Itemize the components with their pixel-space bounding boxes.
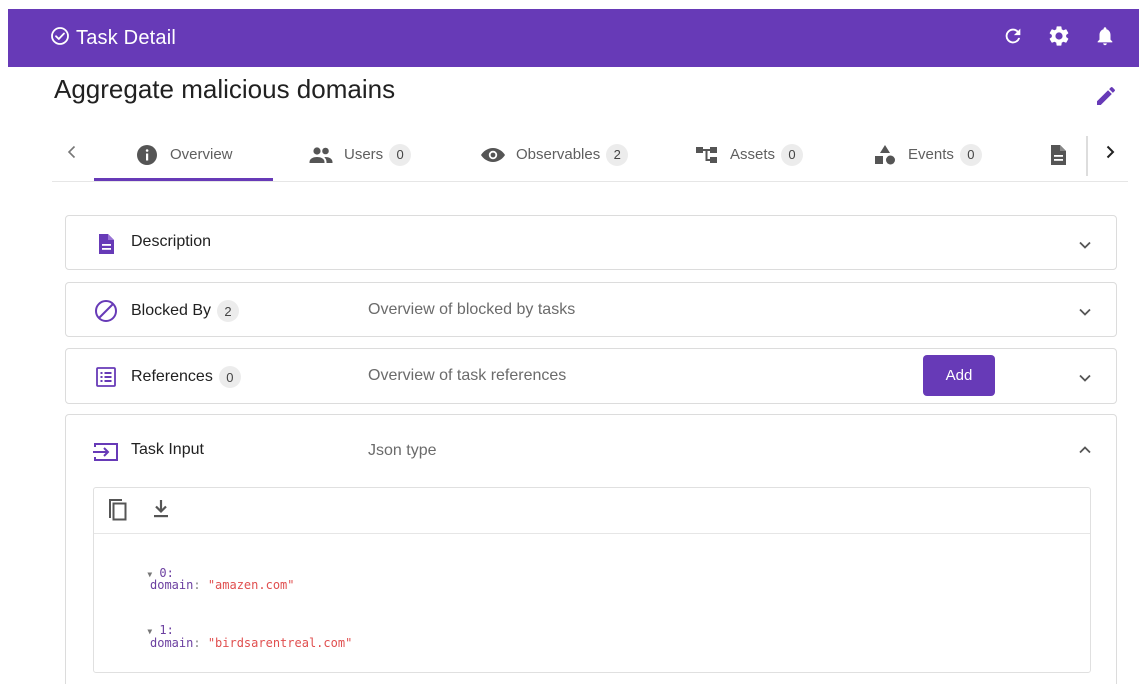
tab-events[interactable]: Events 0 — [872, 128, 982, 181]
copy-icon — [106, 496, 128, 527]
app-title-group: Task Detail — [50, 26, 176, 51]
panel-title: Blocked By — [131, 302, 212, 319]
task-input-panel-header[interactable]: Task Input Json type — [66, 415, 1116, 485]
description-panel: Description — [65, 215, 1117, 270]
info-icon — [134, 143, 160, 167]
blocked-by-panel-header[interactable]: Blocked By 2 Overview of blocked by task… — [66, 283, 1116, 337]
add-reference-button[interactable]: Add — [923, 355, 995, 396]
json-index: 1: — [159, 623, 174, 637]
json-property: domain: "birdsarentreal.com" — [150, 636, 353, 650]
json-toolbar — [94, 488, 1090, 534]
json-value: "birdsarentreal.com" — [207, 636, 353, 650]
count-badge: 2 — [606, 143, 629, 166]
active-tab-indicator — [94, 178, 273, 181]
json-viewer: ▼ 0: domain: "amazen.com" ▼ 1: domain: "… — [93, 487, 1091, 673]
check-circle-icon — [50, 26, 70, 51]
settings-button[interactable] — [1047, 24, 1071, 53]
tab-users[interactable]: Users 0 — [308, 128, 412, 181]
chevron-up-icon — [1076, 441, 1094, 459]
chevron-down-icon — [1076, 236, 1094, 254]
edit-title-button[interactable] — [1094, 84, 1118, 108]
description-panel-header[interactable]: Description — [66, 216, 1116, 270]
json-key: domain — [150, 636, 194, 650]
app-bar: Task Detail — [8, 9, 1139, 67]
panel-subtitle: Overview of blocked by tasks — [368, 301, 576, 318]
blocked-icon — [93, 298, 119, 324]
document-icon — [93, 231, 119, 257]
list-icon — [93, 364, 119, 390]
bell-icon — [1094, 25, 1116, 52]
gear-icon — [1047, 24, 1071, 53]
assets-icon — [694, 143, 720, 167]
count-badge: 0 — [781, 143, 804, 166]
tab-scroll-left-button[interactable] — [58, 140, 86, 168]
panel-title: References — [131, 368, 213, 385]
panel-title: Task Input — [131, 441, 204, 458]
chevron-down-icon — [1076, 303, 1094, 321]
count-badge: 2 — [217, 300, 240, 322]
tab-overflow-divider — [1086, 136, 1088, 176]
refresh-icon — [1002, 25, 1024, 52]
json-property: domain: "amazen.com" — [150, 578, 295, 592]
eye-icon — [480, 143, 506, 167]
references-panel: References 0 Overview of task references… — [65, 348, 1117, 404]
chevron-down-icon — [1076, 369, 1094, 387]
count-badge: 0 — [389, 143, 412, 166]
panel-title-group: Blocked By 2 — [131, 300, 240, 322]
tab-label: Assets — [730, 146, 776, 163]
document-icon — [1045, 143, 1071, 167]
notifications-button[interactable] — [1093, 26, 1117, 50]
panel-subtitle: Overview of task references — [368, 367, 567, 384]
tab-assets[interactable]: Assets 0 — [694, 128, 804, 181]
tab-label: Events — [908, 146, 954, 163]
count-badge: 0 — [959, 143, 982, 166]
shapes-icon — [872, 143, 898, 167]
input-icon — [93, 439, 119, 465]
tab-bar: Overview Users 0 Observables 2 Assets 0 … — [52, 128, 1128, 182]
tab-label: Overview — [170, 146, 233, 163]
page-title: Aggregate malicious domains — [54, 74, 396, 104]
tab-overview[interactable]: Overview — [134, 128, 233, 181]
app-title: Task Detail — [76, 26, 177, 49]
tab-documents[interactable] — [1045, 128, 1081, 181]
refresh-button[interactable] — [1001, 26, 1025, 50]
json-key: domain — [150, 578, 194, 592]
chevron-right-icon — [1102, 144, 1118, 165]
copy-json-button[interactable] — [104, 498, 130, 524]
panel-subtitle: Json type — [368, 442, 437, 459]
tab-label: Users — [344, 146, 384, 163]
pencil-icon — [1094, 86, 1118, 112]
panel-title: Description — [131, 233, 212, 250]
tab-scroll-right-button[interactable] — [1096, 140, 1124, 168]
chevron-left-icon — [64, 144, 80, 165]
blocked-by-panel: Blocked By 2 Overview of blocked by task… — [65, 282, 1117, 337]
json-value: "amazen.com" — [207, 578, 295, 592]
task-input-panel: Task Input Json type ▼ 0: domain: "amaze… — [65, 414, 1117, 684]
collapse-triangle-icon: ▼ — [147, 627, 153, 636]
tab-observables[interactable]: Observables 2 — [480, 128, 629, 181]
count-badge: 0 — [218, 366, 241, 388]
download-icon — [151, 498, 171, 525]
users-icon — [308, 143, 334, 167]
panel-title-group: References 0 — [131, 366, 241, 388]
tab-label: Observables — [516, 146, 601, 163]
download-json-button[interactable] — [148, 498, 174, 524]
references-panel-header[interactable]: References 0 Overview of task references… — [66, 349, 1116, 403]
